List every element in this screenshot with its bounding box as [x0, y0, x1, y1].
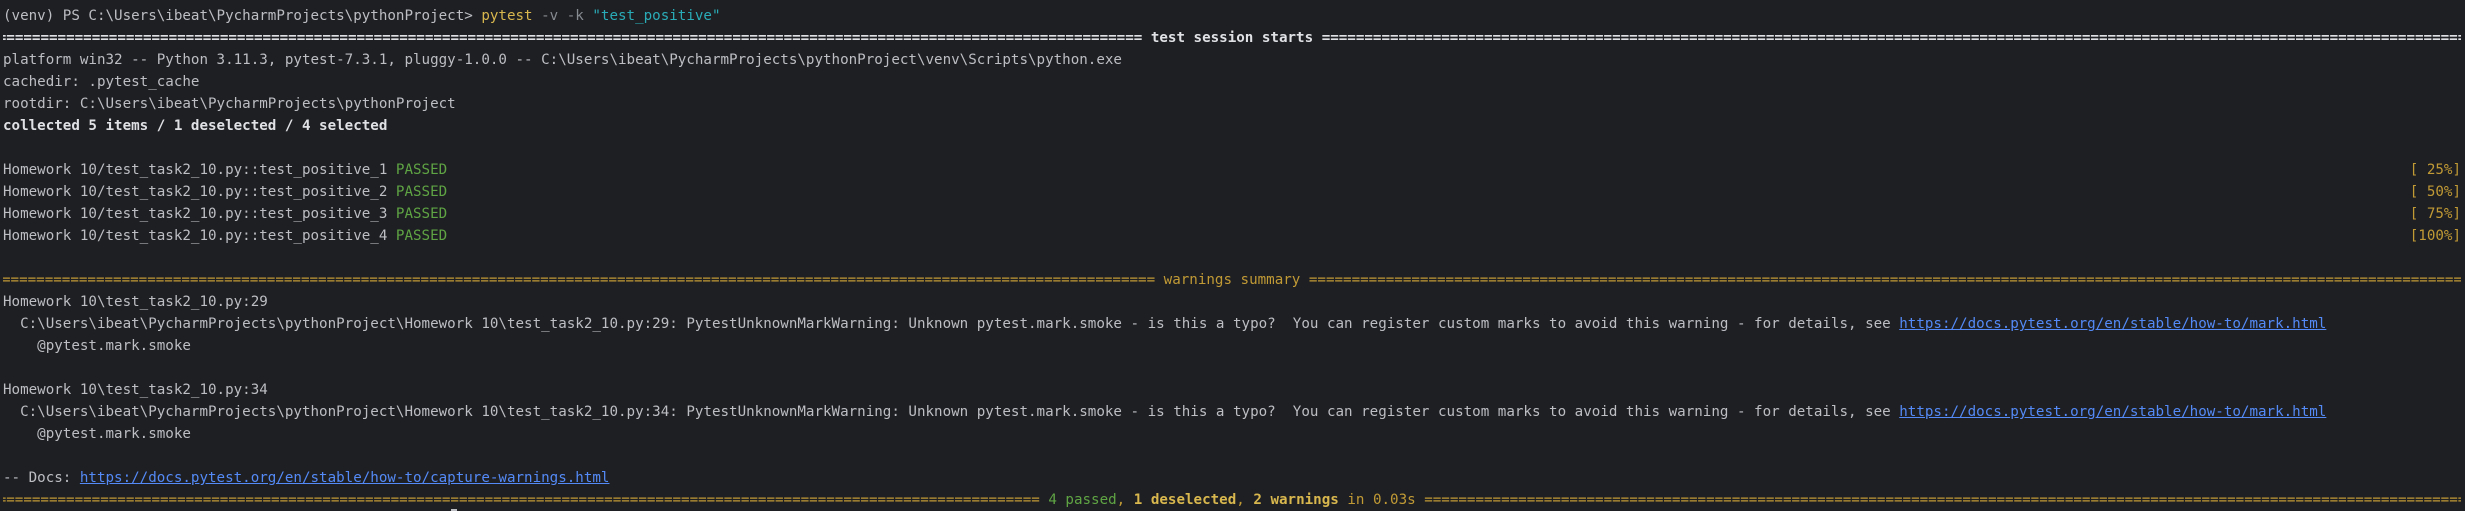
platform-line: platform win32 -- Python 3.11.3, pytest-… — [3, 52, 1122, 68]
separator-left: ========================================… — [3, 30, 1143, 46]
test-status: PASSED — [395, 162, 448, 178]
summary-passed: 4 passed — [1039, 492, 1117, 508]
test-progress: [100%] — [2409, 228, 2461, 244]
warning-docs-link[interactable]: https://docs.pytest.org/en/stable/how-to… — [1899, 404, 2326, 420]
command-argument: "test_positive" — [583, 8, 721, 24]
capture-warnings-link[interactable]: https://docs.pytest.org/en/stable/how-to… — [80, 470, 610, 486]
separator-left: ========================================… — [3, 272, 1156, 288]
docs-prefix: -- Docs: — [3, 470, 80, 486]
test-result-row: Homework 10/test_task2_10.py::test_posit… — [3, 159, 2461, 181]
summary-sep-2: , — [1236, 492, 1254, 508]
test-result-row: Homework 10/test_task2_10.py::test_posit… — [3, 203, 2461, 225]
test-status: PASSED — [395, 206, 448, 222]
session-header-separator: ========================================… — [3, 27, 2461, 49]
flag-k: -k — [558, 8, 584, 24]
terminal-output[interactable]: (venv) PS C:\Users\ibeat\PycharmProjects… — [3, 5, 2461, 511]
warning-decorator: @pytest.mark.smoke — [3, 426, 191, 442]
test-name: Homework 10/test_task2_10.py::test_posit… — [3, 162, 396, 178]
warnings-header-title: warnings summary — [1155, 272, 1309, 288]
summary-time: in 0.03s — [1338, 492, 1425, 508]
command-name: pytest — [481, 8, 533, 24]
summary-warnings: 2 warnings — [1253, 492, 1339, 508]
summary-deselected: 1 deselected — [1133, 492, 1237, 508]
test-progress: [ 75%] — [2409, 206, 2461, 222]
rootdir-line: rootdir: C:\Users\ibeat\PycharmProjects\… — [3, 96, 456, 112]
test-name: Homework 10/test_task2_10.py::test_posit… — [3, 228, 396, 244]
cachedir-line: cachedir: .pytest_cache — [3, 74, 200, 90]
warning-decorator: @pytest.mark.smoke — [3, 338, 191, 354]
test-result-row: Homework 10/test_task2_10.py::test_posit… — [3, 225, 2461, 247]
prompt-line: (venv) PS C:\Users\ibeat\PycharmProjects… — [3, 5, 2461, 27]
warning-message: C:\Users\ibeat\PycharmProjects\pythonPro… — [3, 401, 2461, 423]
separator-right: ========================================… — [1424, 492, 2461, 508]
warnings-header-separator: ========================================… — [3, 269, 2461, 291]
summary-separator: ========================================… — [3, 489, 2461, 511]
warning-docs-link[interactable]: https://docs.pytest.org/en/stable/how-to… — [1899, 316, 2326, 332]
separator-right: ========================================… — [1308, 272, 2461, 288]
warning-location: Homework 10\test_task2_10.py:34 — [3, 382, 268, 398]
session-header-title: test session starts — [1142, 30, 1322, 46]
collected-line: collected 5 items / 1 deselected / 4 sel… — [3, 118, 388, 134]
warning-location: Homework 10\test_task2_10.py:29 — [3, 294, 268, 310]
summary-sep-1: , — [1116, 492, 1134, 508]
test-name: Homework 10/test_task2_10.py::test_posit… — [3, 184, 396, 200]
warning-text: C:\Users\ibeat\PycharmProjects\pythonPro… — [3, 404, 1900, 420]
test-status: PASSED — [395, 228, 448, 244]
test-progress: [ 50%] — [2409, 184, 2461, 200]
warning-message: C:\Users\ibeat\PycharmProjects\pythonPro… — [3, 313, 2461, 335]
prompt-prefix: (venv) PS C:\Users\ibeat\PycharmProjects… — [3, 8, 482, 24]
separator-left: ========================================… — [3, 492, 1040, 508]
docs-line: -- Docs: https://docs.pytest.org/en/stab… — [3, 467, 2461, 489]
separator-right: ========================================… — [1321, 30, 2461, 46]
warning-text: C:\Users\ibeat\PycharmProjects\pythonPro… — [3, 316, 1900, 332]
test-name: Homework 10/test_task2_10.py::test_posit… — [3, 206, 396, 222]
test-status: PASSED — [395, 184, 448, 200]
flag-v: -v — [532, 8, 559, 24]
test-result-row: Homework 10/test_task2_10.py::test_posit… — [3, 181, 2461, 203]
test-progress: [ 25%] — [2409, 162, 2461, 178]
